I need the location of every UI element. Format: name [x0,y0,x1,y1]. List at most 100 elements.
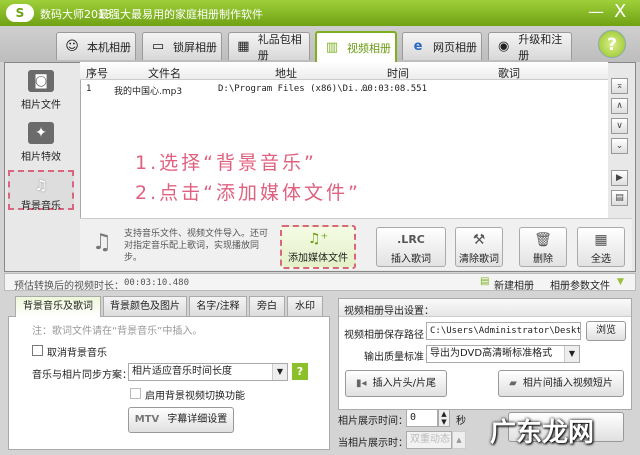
close-button[interactable]: X [614,1,626,22]
sync-select[interactable]: 相片适应音乐时间长度 ▼ [128,363,288,381]
col-index[interactable]: 序号 [86,65,108,81]
tab-video-album[interactable]: ▥ 视频相册 [315,31,397,62]
tab-name-notes[interactable]: 名字/注释 [189,296,247,316]
tab-label: 升级和注册 [518,32,563,62]
col-time[interactable]: 时间 [387,65,409,81]
globe-icon: ◉ [497,38,510,54]
chevron-down-icon[interactable]: ▼ [272,364,287,380]
quality-value: 导出为DVD高清晰标准格式 [430,348,553,359]
button-label: 删除 [533,254,553,265]
sidebar-item-photo-effects[interactable]: ✦ 相片特效 [8,122,74,163]
ie-icon: e [413,38,423,54]
chevron-down-icon[interactable]: ▼ [564,346,579,362]
lyrics-note: 注：歌词文件请在“背景音乐”中插入。 [32,326,203,337]
when-display-label: 当相片展示时： [338,438,408,449]
file-button[interactable]: ▤ [611,190,628,206]
move-up-button[interactable]: ∧ [611,98,628,114]
play-button[interactable]: ▶ [611,170,628,186]
select-all-button[interactable]: ▦ 全选 [577,227,625,267]
tab-watermark[interactable]: 水印 [287,296,323,316]
display-time-label: 相片展示时间： [338,416,408,427]
button-label: 全选 [591,254,611,265]
trash-icon: 🗑 [534,232,552,248]
tab-gift-album[interactable]: ▦ 礼品包相册 [228,32,310,62]
sidebar-label: 背景音乐 [21,201,61,212]
help-button[interactable]: ? [598,30,626,58]
app-slogan: 最强大最易用的家庭相册制作软件 [98,8,263,21]
music-note-icon: ♫ [92,230,112,255]
add-media-file-button[interactable]: ♫⁺ 添加媒体文件 [280,225,356,269]
tab-upgrade[interactable]: ◉ 升级和注册 [488,32,572,62]
help-icon[interactable]: ? [292,363,308,380]
button-label: 添加媒体文件 [288,253,348,264]
tab-lockscreen-album[interactable]: ▭ 锁屏相册 [142,32,222,60]
export-title: 视频相册导出设置： [344,306,434,317]
camera-icon: ◙ [28,70,54,92]
move-bottom-button[interactable]: ⌄ [611,138,628,154]
insert-head-tail-button[interactable]: ▮◂ 插入片头/片尾 [345,370,447,397]
sidebar-label: 相片文件 [21,100,61,111]
insert-video-clip-button[interactable]: ▰ 相片间插入视频短片 [498,370,624,397]
time-unit: 秒 [456,416,466,427]
clip-icon: ▮◂ [356,378,367,389]
bg-video-switch-label: 启用背景视频切换功能 [145,391,245,402]
sidebar-item-bg-music[interactable]: ♫ 背景音乐 [8,170,74,212]
tab-label: 礼品包相册 [257,32,302,62]
tab-label: 锁屏相册 [173,40,217,54]
sidebar-item-photo-files[interactable]: ◙ 相片文件 [8,70,74,111]
tab-label: 视频相册 [347,41,391,55]
tab-web-album[interactable]: e 网页相册 [402,32,482,60]
insert-lyrics-button[interactable]: .LRC 插入歌词 [376,227,446,267]
path-label: 视频相册保存路径： [344,330,434,341]
save-path-input[interactable]: C:\Users\Administrator\Desktop [426,322,581,340]
bg-video-switch-checkbox[interactable] [130,388,141,399]
portrait-icon: ☺ [65,38,79,54]
delete-button[interactable]: 🗑 删除 [519,227,567,267]
tab-narration[interactable]: 旁白 [249,296,285,316]
app-logo: S [6,4,34,22]
album-params-button[interactable]: 相册参数文件 [550,277,610,292]
browse-button[interactable]: 浏览 [586,321,626,341]
move-top-button[interactable]: ⌅ [611,78,628,94]
col-filename[interactable]: 文件名 [148,65,181,81]
quality-label: 输出质量标准： [364,352,434,363]
eraser-icon: ⚒ [472,232,486,248]
new-album-button[interactable]: 新建相册 [494,277,534,292]
chevron-up-icon[interactable]: ▲ [452,431,466,449]
tab-local-album[interactable]: ☺ 本机相册 [56,32,136,60]
button-label: 插入片头/片尾 [372,378,436,389]
sync-label: 音乐与相片同步方案： [32,370,132,381]
annotation-step1: 1.选择“背景音乐” [135,152,317,174]
tab-bg-music-lyrics[interactable]: 背景音乐及歌词 [15,296,101,317]
minimize-button[interactable]: — [588,2,604,21]
duration-label: 预估转换后的视频时长： [14,281,124,292]
video-edit-icon: ▰ [509,378,517,389]
display-time-input[interactable]: 0 [406,409,438,427]
quality-select[interactable]: 导出为DVD高清晰标准格式 ▼ [426,345,580,363]
annotation-step2: 2.点击“添加媒体文件” [135,182,361,204]
col-path[interactable]: 地址 [275,65,297,81]
document-icon: ▤ [480,276,490,287]
move-down-button[interactable]: ∨ [611,118,628,134]
col-lyrics[interactable]: 歌词 [498,65,520,81]
chevron-down-icon[interactable]: ▼ [617,277,624,287]
tab-label: 本机相册 [87,40,131,54]
cell-index: 1 [86,84,92,94]
button-label: 清除歌词 [459,254,499,265]
tab-label: 网页相册 [433,40,477,54]
cell-time: 00:03:08.551 [362,84,428,94]
sidebar-label: 相片特效 [21,152,61,163]
duration-value: 00:03:10.480 [124,278,190,288]
button-label: 插入歌词 [391,254,431,265]
lrc-icon: .LRC [397,233,425,246]
button-label: 相片间插入视频短片 [522,378,613,389]
clear-lyrics-button[interactable]: ⚒ 清除歌词 [455,227,503,267]
when-display-select[interactable]: 双重动态 [406,431,452,449]
grid-icon: ▦ [594,232,608,248]
mtv-subtitle-settings-button[interactable]: MTV 字幕详细设置 [128,407,234,433]
tab-bg-color-image[interactable]: 背景颜色及图片 [103,296,187,316]
watermark-logo: 广东龙网 [490,418,595,448]
time-spinner[interactable]: ▲ ▼ [438,409,450,427]
cancel-bg-music-checkbox[interactable] [32,345,43,356]
mtv-icon: MTV [134,414,160,425]
